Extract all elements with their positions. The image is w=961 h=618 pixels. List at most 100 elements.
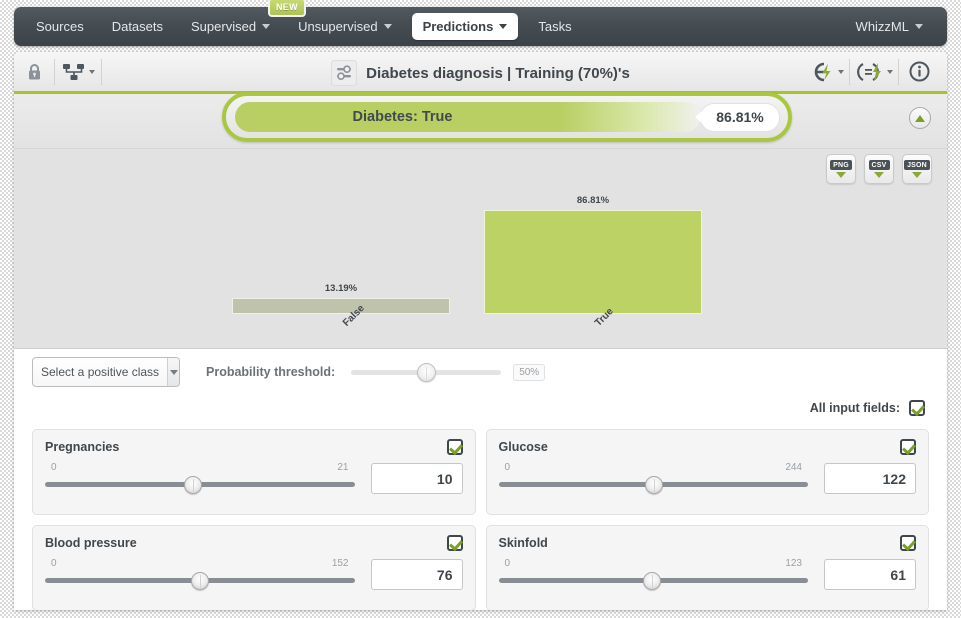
field-enabled-checkbox[interactable] bbox=[446, 535, 463, 551]
prediction-distribution-chart: PNG CSV JSON 13.19% False 86.81% True bbox=[14, 149, 947, 349]
nav-item-sources[interactable]: Sources bbox=[22, 7, 98, 46]
model-selector-button[interactable] bbox=[55, 52, 101, 93]
batch-prediction-icon bbox=[856, 62, 881, 81]
slider-thumb[interactable] bbox=[643, 572, 662, 590]
field-header: Glucose bbox=[498, 439, 916, 455]
nav-item-predictions[interactable]: Predictions bbox=[411, 13, 519, 40]
field-controls: 0 152 bbox=[45, 558, 463, 590]
all-input-fields-label: All input fields: bbox=[809, 401, 900, 415]
prediction-controls-row: Select a positive class Probability thre… bbox=[14, 349, 947, 395]
all-input-fields-row: All input fields: bbox=[14, 395, 947, 421]
chevron-down-icon bbox=[837, 69, 844, 74]
batch-prediction-button[interactable] bbox=[850, 52, 898, 93]
nav-label: Supervised bbox=[191, 19, 257, 34]
field-slider[interactable] bbox=[498, 572, 808, 590]
field-enabled-checkbox[interactable] bbox=[446, 439, 463, 455]
probability-threshold-value: 50% bbox=[513, 363, 546, 381]
info-icon bbox=[909, 61, 929, 82]
field-controls: 0 21 bbox=[45, 462, 463, 494]
field-header: Pregnancies bbox=[45, 439, 463, 455]
positive-class-value: Select a positive class bbox=[41, 365, 160, 379]
field-slider-zone: 0 244 bbox=[498, 462, 825, 494]
input-field-card: Glucose 0 244 bbox=[485, 429, 929, 515]
field-enabled-checkbox[interactable] bbox=[900, 535, 916, 551]
field-name: Skinfold bbox=[498, 536, 548, 550]
new-badge: NEW bbox=[268, 0, 306, 17]
field-range-labels: 0 21 bbox=[45, 462, 355, 476]
field-slider[interactable] bbox=[45, 476, 355, 494]
field-enabled-checkbox[interactable] bbox=[900, 439, 916, 455]
input-field-card: Skinfold 0 123 bbox=[485, 525, 929, 610]
all-input-fields-checkbox[interactable] bbox=[909, 400, 925, 416]
nav-label: Unsupervised bbox=[298, 19, 378, 34]
collapse-up-icon bbox=[915, 114, 925, 122]
titlebar-left-actions bbox=[14, 52, 102, 93]
privacy-lock-button[interactable] bbox=[14, 52, 54, 93]
chart-bar-rect bbox=[232, 298, 450, 314]
field-min-label: 0 bbox=[504, 462, 511, 473]
titlebar-right-actions bbox=[805, 52, 947, 93]
collapse-chart-button[interactable] bbox=[909, 107, 931, 129]
nav-item-whizzml[interactable]: WhizzML bbox=[842, 7, 937, 46]
model-tree-icon bbox=[62, 63, 84, 80]
download-json-label: JSON bbox=[904, 160, 930, 170]
field-controls: 0 244 bbox=[498, 462, 916, 494]
input-fields-grid: Pregnancies 0 21 Glucose 0 244 Blood pressure 0… bbox=[14, 421, 947, 610]
create-prediction-button[interactable] bbox=[805, 52, 849, 93]
slider-thumb[interactable] bbox=[183, 476, 202, 494]
input-field-card: Pregnancies 0 21 bbox=[32, 429, 476, 515]
field-slider-zone: 0 21 bbox=[45, 462, 371, 494]
chevron-down-icon bbox=[167, 358, 179, 386]
chevron-down-icon bbox=[262, 24, 271, 29]
slider-thumb[interactable] bbox=[644, 476, 663, 494]
download-png-label: PNG bbox=[830, 160, 852, 170]
prediction-confidence-bar: Diabetes: True bbox=[235, 102, 700, 132]
resource-title-bar: Diabetes diagnosis | Training (70%)'s bbox=[14, 52, 947, 94]
prediction-sliders-icon bbox=[331, 60, 358, 86]
field-name: Blood pressure bbox=[45, 536, 137, 550]
field-min-label: 0 bbox=[51, 558, 57, 569]
nav-label: Tasks bbox=[538, 19, 572, 34]
nav-item-tasks[interactable]: Tasks bbox=[524, 7, 585, 46]
field-header: Skinfold bbox=[498, 535, 916, 551]
field-max-label: 244 bbox=[785, 462, 802, 473]
slider-thumb[interactable] bbox=[416, 363, 436, 382]
field-value-input[interactable] bbox=[824, 463, 916, 494]
probability-threshold-slider[interactable] bbox=[351, 362, 502, 382]
chevron-down-icon bbox=[886, 69, 893, 74]
nav-item-datasets[interactable]: Datasets bbox=[98, 7, 177, 46]
positive-class-select[interactable]: Select a positive class bbox=[32, 357, 180, 387]
field-value-input[interactable] bbox=[370, 559, 463, 590]
lock-icon bbox=[28, 63, 40, 79]
chevron-down-icon bbox=[88, 69, 95, 74]
prediction-label: Diabetes: True bbox=[352, 109, 453, 125]
download-csv-label: CSV bbox=[868, 160, 890, 170]
input-field-card: Blood pressure 0 152 bbox=[32, 525, 476, 610]
field-range-labels: 0 244 bbox=[499, 462, 809, 476]
field-value-input[interactable] bbox=[370, 463, 463, 494]
chart-bar-value: 13.19% bbox=[324, 283, 358, 294]
field-min-label: 0 bbox=[51, 462, 57, 473]
field-value-input[interactable] bbox=[824, 559, 916, 590]
nav-label: Sources bbox=[36, 19, 84, 34]
chart-bar-false[interactable]: 13.19% False bbox=[232, 283, 450, 329]
top-navigation-bar: Sources Datasets Supervised Unsupervised… bbox=[14, 7, 947, 46]
prediction-percentage: 86.81% bbox=[695, 103, 779, 131]
slider-thumb[interactable] bbox=[191, 572, 209, 590]
chart-bar-true[interactable]: 86.81% True bbox=[484, 195, 702, 329]
field-max-label: 152 bbox=[331, 558, 349, 569]
titlebar-divider bbox=[101, 58, 102, 85]
field-header: Blood pressure bbox=[45, 535, 463, 551]
prediction-banner: Diabetes: True 86.81% bbox=[14, 92, 947, 149]
field-name: Glucose bbox=[498, 440, 548, 454]
probability-threshold-label: Probability threshold: bbox=[206, 365, 336, 379]
info-button[interactable] bbox=[899, 52, 939, 93]
nav-label: Datasets bbox=[111, 19, 164, 34]
nav-label: WhizzML bbox=[855, 19, 909, 34]
field-slider-zone: 0 123 bbox=[498, 558, 825, 590]
field-min-label: 0 bbox=[504, 558, 511, 569]
field-slider[interactable] bbox=[45, 572, 355, 590]
main-panel: Diabetes diagnosis | Training (70%)'s Di… bbox=[14, 52, 947, 610]
field-name: Pregnancies bbox=[45, 440, 120, 454]
field-slider[interactable] bbox=[498, 476, 808, 494]
